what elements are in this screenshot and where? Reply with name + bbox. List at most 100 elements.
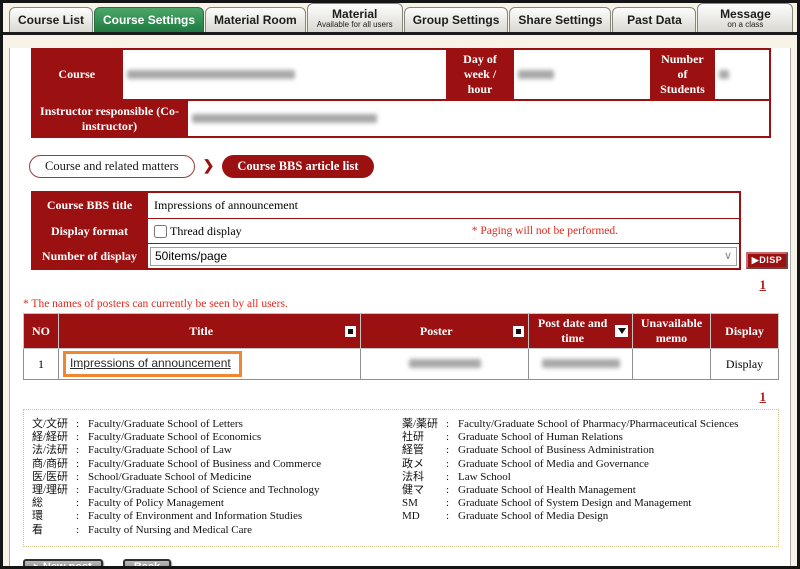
legend-colon: : bbox=[76, 471, 88, 484]
chevron-down-icon: ∨ bbox=[724, 251, 732, 261]
course-info-table: Course Day of week / hour Number of Stud… bbox=[31, 48, 771, 138]
legend-abbr: 健マ bbox=[402, 484, 446, 497]
paging-note: * Paging will not be performed. bbox=[472, 225, 618, 237]
legend-colon: : bbox=[76, 418, 88, 431]
redacted-students-count bbox=[719, 70, 729, 79]
legend-colon: : bbox=[446, 484, 458, 497]
legend-name: Faculty of Nursing and Medical Care bbox=[88, 524, 252, 537]
display-format-value: Thread display * Paging will not be perf… bbox=[148, 219, 739, 243]
highlight-annotation-box: Impressions of announcement bbox=[63, 351, 242, 377]
article-table-header-row: NO Title Poster Post date and time Unava… bbox=[24, 314, 779, 349]
tab-label: Group Settings bbox=[413, 13, 500, 27]
legend-item: 医/医研:School/Graduate School of Medicine bbox=[32, 471, 402, 484]
article-title-link[interactable]: Impressions of announcement bbox=[70, 356, 231, 370]
legend-abbr: SM bbox=[402, 497, 446, 510]
legend-abbr: 経管 bbox=[402, 444, 446, 457]
new-post-button[interactable]: ▶New post bbox=[23, 559, 103, 569]
tab-label: Message bbox=[720, 7, 771, 21]
tab-label: Course Settings bbox=[103, 13, 195, 27]
col-label: Title bbox=[63, 324, 339, 339]
article-no: 1 bbox=[24, 349, 59, 380]
display-count-selected-value: 50items/page bbox=[155, 249, 227, 263]
legend-abbr: 社研 bbox=[402, 431, 446, 444]
page-link-1-bottom[interactable]: 1 bbox=[10, 389, 766, 405]
instructor-label: Instructor responsible (Co-instructor) bbox=[33, 101, 188, 136]
legend-name: Faculty of Environment and Information S… bbox=[88, 510, 302, 523]
posters-visibility-note: * The names of posters can currently be … bbox=[23, 298, 790, 310]
legend-name: Faculty/Graduate School of Science and T… bbox=[88, 484, 320, 497]
legend-name: Faculty/Graduate School of Economics bbox=[88, 431, 261, 444]
legend-name: Faculty/Graduate School of Letters bbox=[88, 418, 243, 431]
display-count-select[interactable]: 50items/page ∨ bbox=[150, 247, 737, 266]
tab-material[interactable]: Material Available for all users bbox=[307, 3, 403, 32]
play-icon: ▶ bbox=[34, 562, 41, 569]
tab-share-settings[interactable]: Share Settings bbox=[509, 7, 611, 32]
legend-right-column: 薬/薬研:Faculty/Graduate School of Pharmacy… bbox=[402, 418, 738, 537]
legend-abbr: 医/医研 bbox=[32, 471, 76, 484]
tab-sublabel: Available for all users bbox=[317, 21, 393, 29]
legend-abbr: MD bbox=[402, 510, 446, 523]
tab-past-data[interactable]: Past Data bbox=[612, 7, 696, 32]
tab-group-settings[interactable]: Group Settings bbox=[404, 7, 509, 32]
thread-display-checkbox[interactable] bbox=[154, 225, 167, 238]
legend-name: Faculty/Graduate School of Business and … bbox=[88, 458, 321, 471]
faculty-legend-box: 文/文研:Faculty/Graduate School of Letters … bbox=[23, 409, 779, 547]
main-content: Course Day of week / hour Number of Stud… bbox=[9, 48, 791, 569]
col-label: Display bbox=[725, 324, 764, 339]
col-label: NO bbox=[32, 324, 50, 339]
article-table: NO Title Poster Post date and time Unava… bbox=[23, 313, 779, 380]
legend-colon: : bbox=[76, 510, 88, 523]
tab-message[interactable]: Message on a class bbox=[697, 3, 793, 32]
bbs-title-label: Course BBS title bbox=[33, 193, 148, 218]
disp-button[interactable]: ▶DISP bbox=[746, 252, 788, 269]
tab-course-list[interactable]: Course List bbox=[9, 7, 93, 32]
legend-item: 健マ:Graduate School of Health Management bbox=[402, 484, 738, 497]
course-info-row-2: Instructor responsible (Co-instructor) bbox=[33, 99, 769, 136]
breadcrumb-current: Course BBS article list bbox=[222, 155, 373, 178]
col-label: Unavailable memo bbox=[637, 316, 706, 346]
legend-item: 総:Faculty of Policy Management bbox=[32, 497, 402, 510]
legend-item: MD:Graduate School of Media Design bbox=[402, 510, 738, 523]
tab-label: Course List bbox=[18, 13, 84, 27]
tab-course-settings[interactable]: Course Settings bbox=[94, 7, 204, 32]
legend-colon: : bbox=[446, 431, 458, 444]
breadcrumb-parent-link[interactable]: Course and related matters bbox=[29, 155, 195, 178]
course-value bbox=[123, 50, 446, 99]
instructor-value bbox=[188, 101, 769, 136]
legend-name: Graduate School of Human Relations bbox=[458, 431, 623, 444]
legend-abbr: 経/経研 bbox=[32, 431, 76, 444]
legend-item: 経/経研:Faculty/Graduate School of Economic… bbox=[32, 431, 402, 444]
redacted-instructor-name bbox=[192, 114, 377, 123]
article-title-cell: Impressions of announcement bbox=[58, 349, 360, 380]
display-count-label: Number of display bbox=[33, 244, 148, 268]
legend-item: 商/商研:Faculty/Graduate School of Business… bbox=[32, 458, 402, 471]
day-of-week-value bbox=[514, 50, 649, 99]
tab-label: Material Room bbox=[214, 13, 297, 27]
students-label: Number of Students bbox=[650, 50, 716, 99]
legend-item: 理/理研:Faculty/Graduate School of Science … bbox=[32, 484, 402, 497]
article-display-link[interactable]: Display bbox=[711, 349, 779, 380]
article-date-cell bbox=[529, 349, 633, 380]
redacted-day-value bbox=[518, 70, 554, 79]
sort-date-desc-icon[interactable] bbox=[615, 325, 628, 337]
col-poster: Poster bbox=[361, 314, 529, 349]
legend-item: 看:Faculty of Nursing and Medical Care bbox=[32, 524, 402, 537]
sort-poster-icon[interactable] bbox=[513, 326, 524, 337]
legend-name: Law School bbox=[458, 471, 511, 484]
sort-title-icon[interactable] bbox=[345, 326, 356, 337]
back-label: Back bbox=[134, 561, 160, 569]
tab-label: Material bbox=[332, 7, 377, 21]
col-no: NO bbox=[24, 314, 59, 349]
back-button[interactable]: Back bbox=[123, 559, 171, 569]
legend-item: 法科:Law School bbox=[402, 471, 738, 484]
tab-label: Share Settings bbox=[518, 13, 602, 27]
tab-material-room[interactable]: Material Room bbox=[205, 7, 306, 32]
legend-colon: : bbox=[446, 418, 458, 431]
col-label: Post date and time bbox=[533, 316, 612, 346]
legend-abbr: 看 bbox=[32, 524, 76, 537]
page-link-1-top[interactable]: 1 bbox=[10, 277, 766, 293]
students-value bbox=[715, 50, 769, 99]
legend-name: Graduate School of System Design and Man… bbox=[458, 497, 691, 510]
legend-colon: : bbox=[76, 497, 88, 510]
legend-name: Faculty/Graduate School of Pharmacy/Phar… bbox=[458, 418, 738, 431]
